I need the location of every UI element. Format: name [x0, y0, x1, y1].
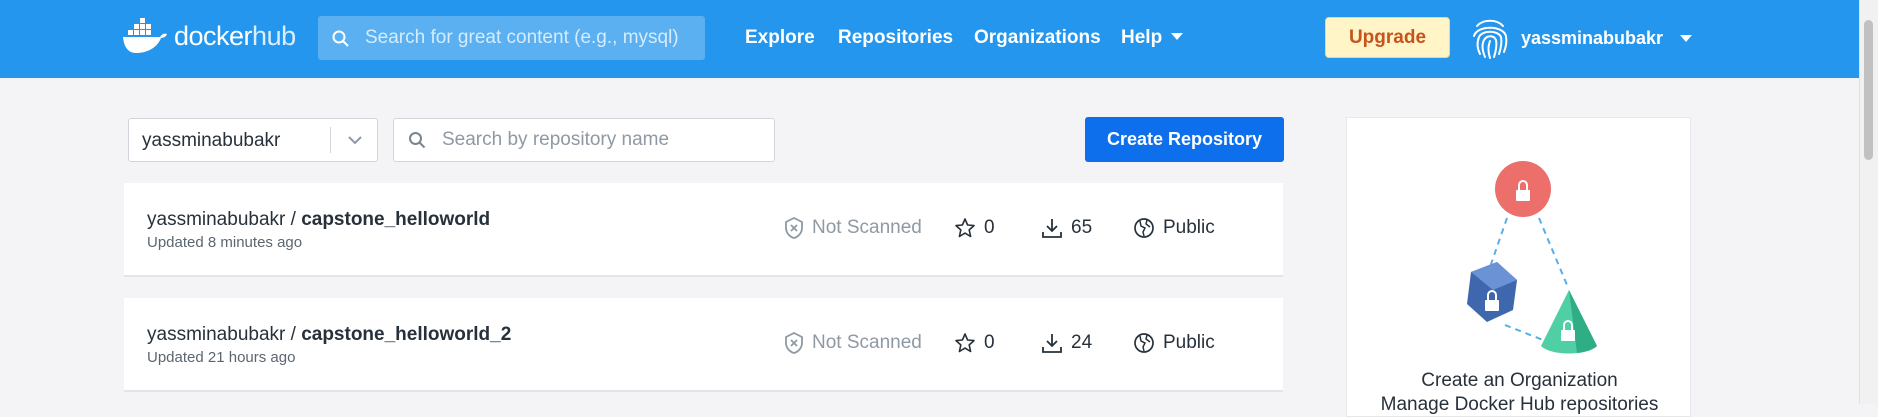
download-icon: [1042, 334, 1062, 353]
repository-full-name[interactable]: yassminabubakr / capstone_helloworld: [147, 209, 490, 231]
org-card-subtitle: Manage Docker Hub repositories: [1380, 394, 1659, 415]
repository-full-name[interactable]: yassminabubakr / capstone_helloworld_2: [147, 324, 511, 346]
visibility-label: Public: [1163, 332, 1215, 353]
username[interactable]: yassminabubakr: [1521, 28, 1663, 49]
fingerprint-avatar-icon[interactable]: [1469, 16, 1511, 60]
organization-illustration: [1467, 161, 1597, 354]
repository-owner: yassminabubakr: [147, 209, 286, 230]
pull-count-value: 65: [1071, 217, 1093, 238]
repository-name: capstone_helloworld_2: [301, 324, 512, 345]
pull-count-value: 24: [1071, 332, 1093, 353]
star-icon: [955, 333, 975, 353]
select-divider: [330, 127, 331, 153]
search-icon: [409, 132, 426, 149]
chevron-down-icon[interactable]: [1680, 35, 1692, 42]
public-icon: [1134, 333, 1154, 353]
download-icon: [1042, 219, 1062, 238]
star-count: 0: [954, 332, 995, 354]
nav-help-label: Help: [1121, 27, 1163, 48]
star-count: 0: [954, 217, 995, 239]
global-search-input[interactable]: [363, 26, 697, 50]
lock-icon: [1541, 290, 1597, 354]
top-navigation-bar: dockerhub Explore Repositories Organizat…: [0, 0, 1860, 78]
star-icon: [955, 218, 975, 238]
nav-organizations[interactable]: Organizations: [974, 27, 1101, 49]
nav-help[interactable]: Help: [1121, 27, 1184, 49]
visibility: Public: [1133, 332, 1215, 354]
chevron-down-icon: [1171, 33, 1184, 40]
nav-repositories[interactable]: Repositories: [838, 27, 953, 49]
shield-x-icon: [785, 217, 803, 239]
create-organization-card[interactable]: Create an Organization Manage Docker Hub…: [1346, 117, 1691, 417]
namespace-value: yassminabubakr: [142, 130, 281, 151]
star-count-value: 0: [984, 217, 995, 238]
upgrade-button[interactable]: Upgrade: [1325, 17, 1450, 58]
logo-docker-text: docker: [174, 20, 253, 51]
lock-icon: [1467, 262, 1517, 322]
visibility: Public: [1133, 217, 1215, 239]
repository-row[interactable]: yassminabubakr / capstone_helloworld Upd…: [124, 183, 1283, 277]
org-card-title: Create an Organization: [1421, 370, 1618, 391]
repository-search-input[interactable]: [440, 128, 764, 152]
repository-owner: yassminabubakr: [147, 324, 286, 345]
scan-status-label: Not Scanned: [812, 217, 922, 238]
docker-whale-icon: [123, 18, 167, 53]
pull-count: 65: [1041, 217, 1092, 239]
scan-status: Not Scanned: [784, 332, 922, 354]
name-separator: /: [285, 209, 302, 230]
visibility-label: Public: [1163, 217, 1215, 238]
repository-updated: Updated 8 minutes ago: [147, 234, 303, 251]
scan-status: Not Scanned: [784, 217, 922, 239]
scan-status-label: Not Scanned: [812, 332, 922, 353]
chevron-down-icon: [348, 136, 362, 145]
nav-explore[interactable]: Explore: [745, 27, 815, 49]
lock-icon: [1495, 161, 1551, 217]
public-icon: [1134, 218, 1154, 238]
shield-x-icon: [785, 332, 803, 354]
star-count-value: 0: [984, 332, 995, 353]
repository-name: capstone_helloworld: [301, 209, 491, 230]
page-scrollbar[interactable]: [1859, 0, 1878, 404]
create-repository-button[interactable]: Create Repository: [1085, 117, 1284, 162]
repository-search[interactable]: [393, 118, 775, 162]
repository-row[interactable]: yassminabubakr / capstone_helloworld_2 U…: [124, 298, 1283, 392]
name-separator: /: [285, 324, 302, 345]
repository-updated: Updated 21 hours ago: [147, 349, 296, 366]
namespace-select[interactable]: yassminabubakr: [128, 118, 378, 162]
search-icon: [332, 30, 349, 47]
global-search[interactable]: [318, 16, 705, 60]
docker-hub-logo[interactable]: dockerhub: [122, 18, 296, 54]
scrollbar-thumb[interactable]: [1864, 20, 1873, 160]
logo-hub-text: hub: [252, 20, 296, 51]
logo-text: dockerhub: [174, 21, 296, 52]
pull-count: 24: [1041, 332, 1092, 354]
